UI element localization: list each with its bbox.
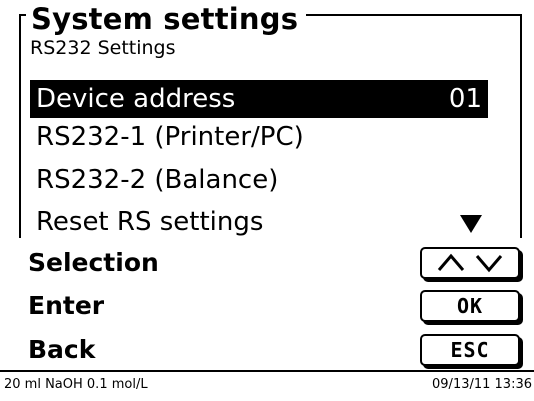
menu-item-device-address[interactable]: Device address 01 <box>30 80 488 118</box>
menu-item-label: Device address <box>36 84 236 114</box>
menu-item-label: Reset RS settings <box>36 207 264 237</box>
ok-button-label: OK <box>456 294 484 318</box>
menu-item-rs232-2[interactable]: RS232-2 (Balance) <box>30 161 488 199</box>
device-address-value: 01 <box>448 84 482 114</box>
esc-button-label: ESC <box>450 338 490 362</box>
menu-item-label: RS232-1 (Printer/PC) <box>36 122 304 152</box>
menu-item-label: RS232-2 (Balance) <box>36 165 279 195</box>
status-reagent: 20 ml NaOH 0.1 mol/L <box>4 377 148 392</box>
menu-item-rs232-1[interactable]: RS232-1 (Printer/PC) <box>30 118 488 156</box>
menu-item-reset-rs-settings[interactable]: Reset RS settings <box>30 203 488 241</box>
page-subtitle: RS232 Settings <box>30 37 176 59</box>
status-divider <box>0 370 534 372</box>
esc-button[interactable]: ESC <box>420 334 520 366</box>
ok-button[interactable]: OK <box>420 290 520 322</box>
selection-button[interactable] <box>420 247 520 279</box>
selection-label: Selection <box>28 248 159 277</box>
back-label: Back <box>28 335 96 364</box>
page-title: System settings <box>26 1 307 37</box>
triangle-down-icon <box>460 215 482 233</box>
status-datetime: 09/13/11 13:36 <box>432 377 532 392</box>
up-down-arrows-icon <box>433 252 507 274</box>
enter-label: Enter <box>28 291 105 320</box>
